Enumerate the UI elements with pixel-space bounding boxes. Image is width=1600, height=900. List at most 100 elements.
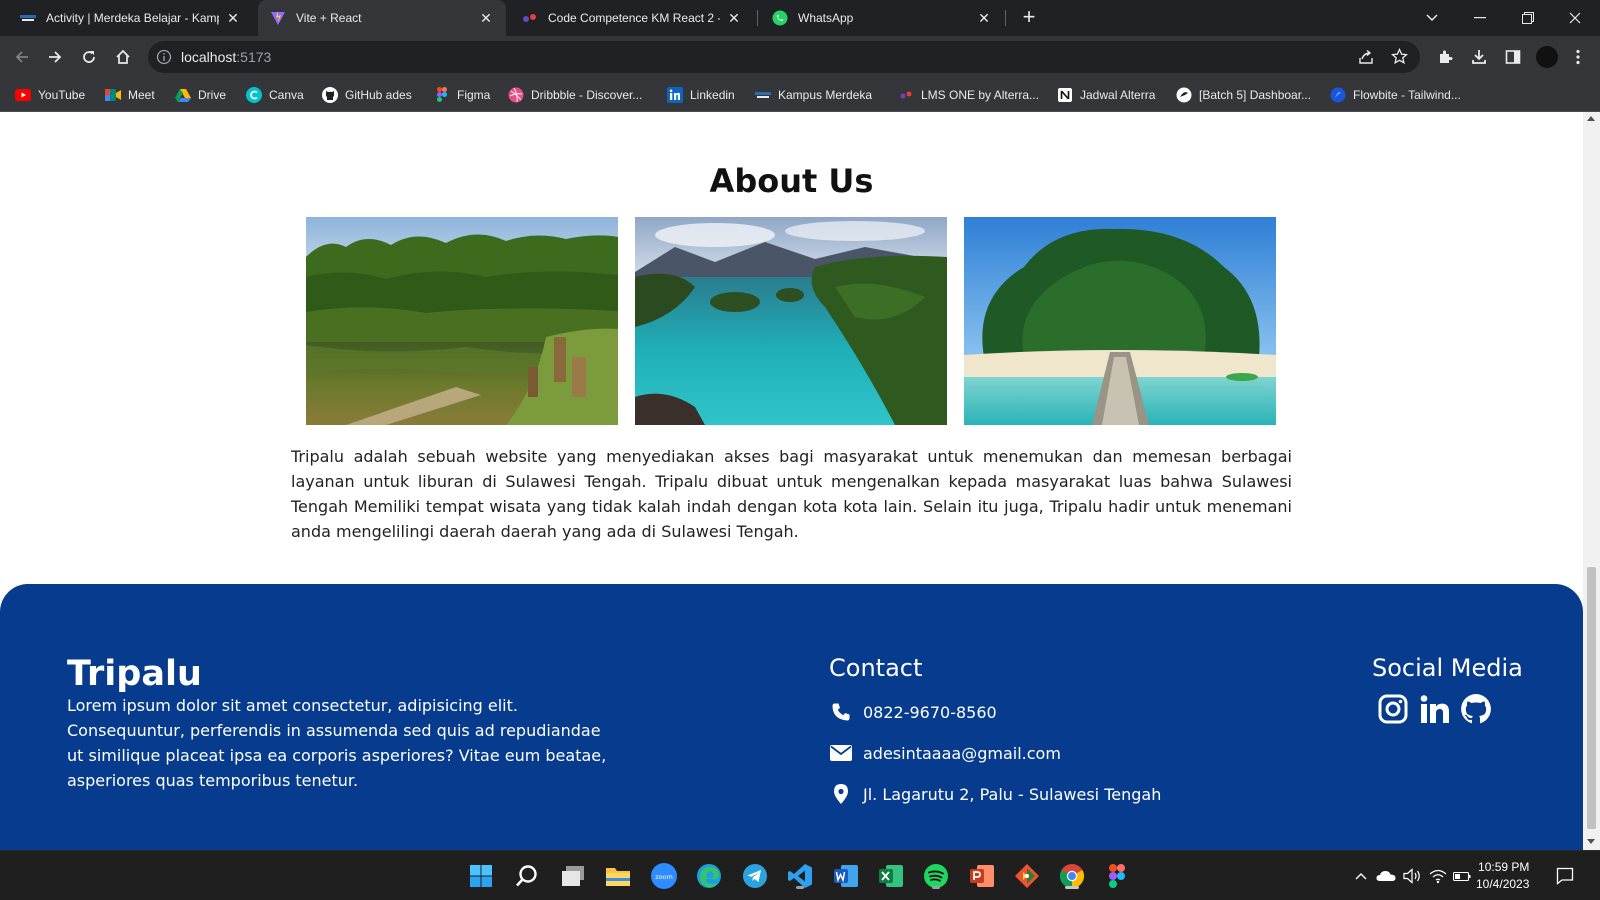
telegram-icon[interactable] <box>740 861 770 891</box>
bookmark-label: GitHub ades <box>345 88 412 102</box>
phone-icon <box>829 700 853 724</box>
linkedin-icon[interactable] <box>1418 692 1452 726</box>
bookmark-label: YouTube <box>38 88 86 102</box>
tab-title: Activity | Merdeka Belajar - Kamp <box>46 11 219 25</box>
taskbar-clock[interactable]: 10:59 PM 10/4/2023 <box>1476 859 1529 893</box>
page-viewport: About Us Tripalu adalah sebuah website y… <box>0 112 1583 850</box>
meet-icon <box>105 87 121 103</box>
search-icon[interactable] <box>512 861 542 891</box>
bookmark-canva[interactable]: Canva <box>246 86 304 104</box>
profile-avatar[interactable] <box>1532 42 1562 72</box>
bookmark-figma[interactable]: Figma <box>434 86 490 104</box>
location-pin-icon <box>829 782 853 806</box>
email-icon <box>829 741 853 765</box>
browser-toolbar: localhost:5173 <box>0 36 1600 78</box>
bookmark-label: LMS ONE by Alterra... <box>921 88 1040 102</box>
excel-icon[interactable] <box>876 861 906 891</box>
close-icon[interactable]: ✕ <box>976 10 992 27</box>
bookmark-star-icon[interactable] <box>1390 47 1409 70</box>
drive-icon <box>175 87 191 103</box>
close-icon[interactable]: ✕ <box>225 10 241 27</box>
bookmark-jadwal-alterra[interactable]: Jadwal Alterra <box>1057 86 1155 104</box>
minimize-button[interactable] <box>1458 0 1502 36</box>
tab-whatsapp[interactable]: WhatsApp ✕ <box>760 0 1004 36</box>
bookmark-drive[interactable]: Drive <box>175 86 226 104</box>
spotify-icon[interactable] <box>921 861 951 891</box>
close-icon[interactable]: ✕ <box>478 10 494 27</box>
address-bar[interactable]: localhost:5173 <box>148 41 1420 73</box>
windows-taskbar: zoom 10:59 PM 10/4/2023 <box>0 850 1600 900</box>
tab-separator <box>757 10 758 26</box>
reload-button[interactable] <box>74 42 104 72</box>
vscode-icon[interactable] <box>785 861 815 891</box>
bookmark-label: Dribbble - Discover... <box>531 88 643 102</box>
extensions-icon[interactable] <box>1430 42 1460 72</box>
contact-email[interactable]: adesintaaaa@gmail.com <box>829 741 1061 765</box>
contact-email-text: adesintaaaa@gmail.com <box>863 743 1061 763</box>
git-icon[interactable] <box>1012 861 1042 891</box>
side-panel-icon[interactable] <box>1498 42 1528 72</box>
youtube-icon <box>15 87 31 103</box>
bookmark-label: Drive <box>198 88 227 102</box>
home-button[interactable] <box>108 42 138 72</box>
bookmark-youtube[interactable]: YouTube <box>15 86 85 104</box>
browser-menu-icon[interactable] <box>1563 42 1593 72</box>
edge-icon[interactable] <box>694 861 724 891</box>
address-host: localhost <box>181 49 237 65</box>
bookmark-batch5-dashboard[interactable]: [Batch 5] Dashboar... <box>1176 86 1311 104</box>
address-port: :5173 <box>236 49 272 65</box>
bookmark-lms-one[interactable]: LMS ONE by Alterra... <box>898 86 1039 104</box>
bookmark-label: Jadwal Alterra <box>1080 88 1156 102</box>
share-icon[interactable] <box>1358 49 1374 70</box>
notification-center-icon[interactable] <box>1554 866 1576 886</box>
bookmark-meet[interactable]: Meet <box>105 86 155 104</box>
alterra-logo-icon <box>522 10 538 26</box>
bookmarks-bar: YouTube Meet Drive Canva GitHub ades Fig… <box>0 78 1600 112</box>
page-scrollbar[interactable] <box>1583 112 1600 850</box>
onedrive-cloud-icon[interactable] <box>1376 866 1396 886</box>
browser-tab-strip: Activity | Merdeka Belajar - Kamp ✕ Vite… <box>0 0 1600 36</box>
instagram-icon[interactable] <box>1376 692 1410 726</box>
tab-vite-react[interactable]: Vite + React ✕ <box>258 0 506 36</box>
site-info-icon[interactable] <box>156 49 172 65</box>
bookmark-dribbble[interactable]: Dribbble - Discover... <box>508 86 642 104</box>
forward-button[interactable] <box>40 42 70 72</box>
word-icon[interactable] <box>831 861 861 891</box>
bookmark-linkedin[interactable]: Linkedin <box>667 86 735 104</box>
scrollbar-thumb[interactable] <box>1587 567 1596 829</box>
bookmark-github-ades[interactable]: GitHub ades <box>322 86 412 104</box>
tab-title: WhatsApp <box>798 11 854 25</box>
footer-description: Lorem ipsum dolor sit amet consectetur, … <box>67 696 607 790</box>
whatsapp-logo-icon <box>772 10 788 26</box>
github-icon[interactable] <box>1459 692 1493 726</box>
bookmark-label: Meet <box>128 88 155 102</box>
show-hidden-icons-chevron-icon[interactable] <box>1354 866 1368 886</box>
zoom-icon[interactable]: zoom <box>649 861 679 891</box>
tab-merdeka-belajar[interactable]: Activity | Merdeka Belajar - Kamp ✕ <box>8 0 253 36</box>
back-button[interactable] <box>7 42 37 72</box>
windows-start-icon[interactable] <box>466 861 496 891</box>
chrome-icon[interactable] <box>1057 861 1087 891</box>
bookmark-flowbite[interactable]: Flowbite - Tailwind... <box>1330 86 1461 104</box>
figma-icon[interactable] <box>1102 861 1132 891</box>
tab-code-competence[interactable]: Code Competence KM React 2 - ✕ <box>510 0 754 36</box>
contact-title: Contact <box>829 654 923 682</box>
contact-phone[interactable]: 0822-9670-8560 <box>829 700 997 724</box>
task-view-icon[interactable] <box>558 861 588 891</box>
download-icon[interactable] <box>1464 42 1494 72</box>
battery-icon[interactable] <box>1452 866 1472 886</box>
restore-button[interactable] <box>1506 0 1550 36</box>
scroll-down-arrow-icon[interactable] <box>1587 839 1595 844</box>
wifi-icon[interactable] <box>1428 866 1448 886</box>
close-icon[interactable]: ✕ <box>726 10 742 27</box>
new-tab-button[interactable]: + <box>1015 4 1043 32</box>
scroll-up-arrow-icon[interactable] <box>1587 116 1595 121</box>
window-close-button[interactable] <box>1553 0 1597 36</box>
tab-search-chevron-icon[interactable] <box>1410 0 1454 36</box>
file-explorer-icon[interactable] <box>603 861 633 891</box>
address-url: localhost:5173 <box>181 49 271 65</box>
tab-title: Code Competence KM React 2 - <box>548 11 720 25</box>
volume-icon[interactable] <box>1402 866 1422 886</box>
powerpoint-icon[interactable] <box>967 861 997 891</box>
bookmark-kampus-merdeka[interactable]: Kampus Merdeka <box>755 86 872 104</box>
